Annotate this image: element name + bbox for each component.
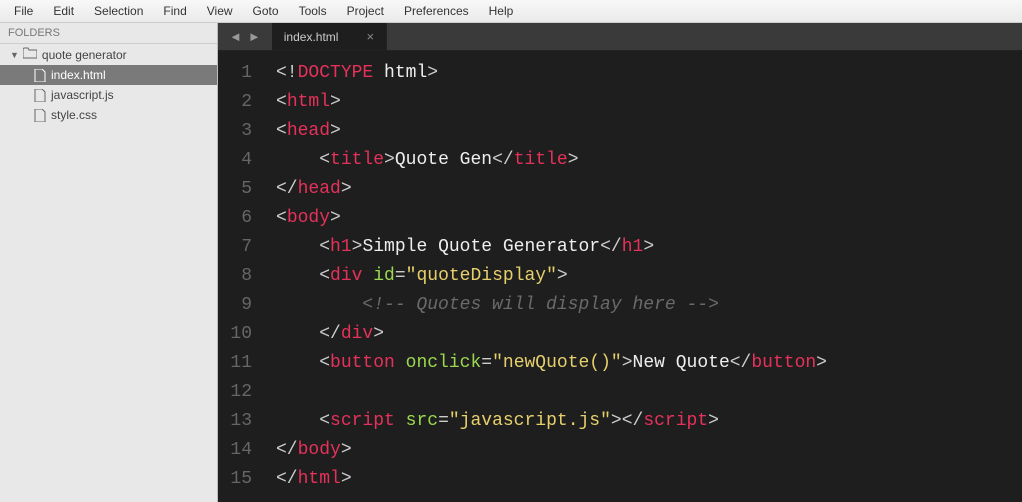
code-line[interactable]: </html> [276,465,1012,494]
code-line[interactable]: <button onclick="newQuote()">New Quote</… [276,349,1012,378]
close-icon[interactable]: × [366,29,374,44]
line-number: 5 [228,175,252,204]
gutter: 123456789101112131415 [218,51,266,502]
menu-help[interactable]: Help [479,1,524,21]
menubar: FileEditSelectionFindViewGotoToolsProjec… [0,0,1022,23]
menu-file[interactable]: File [4,1,43,21]
code-line[interactable]: </head> [276,175,1012,204]
tab-active[interactable]: index.html × [272,23,387,50]
file-row[interactable]: index.html [0,65,217,85]
code-area[interactable]: 123456789101112131415 <!DOCTYPE html><ht… [218,51,1022,502]
code-line[interactable]: <!DOCTYPE html> [276,59,1012,88]
menu-goto[interactable]: Goto [243,1,289,21]
line-number: 2 [228,88,252,117]
line-number: 13 [228,407,252,436]
file-icon [34,89,46,102]
tab-nav: ◄ ► [218,23,272,50]
line-number: 14 [228,436,252,465]
line-number: 8 [228,262,252,291]
file-row[interactable]: javascript.js [0,85,217,105]
line-number: 7 [228,233,252,262]
tab-back-icon[interactable]: ◄ [226,29,245,44]
code-line[interactable]: <body> [276,204,1012,233]
menu-preferences[interactable]: Preferences [394,1,479,21]
file-icon [34,69,46,82]
code-line[interactable]: <head> [276,117,1012,146]
code-line[interactable]: </body> [276,436,1012,465]
menu-view[interactable]: View [197,1,243,21]
folder-row[interactable]: ▼ quote generator [0,44,217,65]
code-line[interactable]: <title>Quote Gen</title> [276,146,1012,175]
line-number: 9 [228,291,252,320]
file-name: javascript.js [51,88,114,102]
line-number: 10 [228,320,252,349]
file-name: index.html [51,68,106,82]
folder-collapse-arrow[interactable]: ▼ [10,50,19,60]
code-line[interactable]: <div id="quoteDisplay"> [276,262,1012,291]
tabbar: ◄ ► index.html × [218,23,1022,51]
code-content[interactable]: <!DOCTYPE html><html><head> <title>Quote… [266,51,1022,502]
code-line[interactable]: <html> [276,88,1012,117]
tab-title: index.html [284,30,339,44]
menu-tools[interactable]: Tools [289,1,337,21]
line-number: 11 [228,349,252,378]
code-line[interactable]: </div> [276,320,1012,349]
line-number: 3 [228,117,252,146]
menu-edit[interactable]: Edit [43,1,84,21]
tab-forward-icon[interactable]: ► [245,29,264,44]
line-number: 6 [228,204,252,233]
editor-area: ◄ ► index.html × 123456789101112131415 <… [218,23,1022,502]
menu-project[interactable]: Project [337,1,394,21]
line-number: 1 [228,59,252,88]
code-line[interactable]: <h1>Simple Quote Generator</h1> [276,233,1012,262]
folder-icon [23,47,37,62]
file-name: style.css [51,108,97,122]
file-icon [34,109,46,122]
code-line[interactable]: <!-- Quotes will display here --> [276,291,1012,320]
folder-name: quote generator [42,48,127,62]
line-number: 4 [228,146,252,175]
sidebar: FOLDERS ▼ quote generator index.html java… [0,23,218,502]
line-number: 15 [228,465,252,494]
sidebar-header: FOLDERS [0,23,217,44]
line-number: 12 [228,378,252,407]
file-row[interactable]: style.css [0,105,217,125]
main-area: FOLDERS ▼ quote generator index.html java… [0,23,1022,502]
code-line[interactable]: <script src="javascript.js"></script> [276,407,1012,436]
code-line[interactable] [276,378,1012,407]
menu-find[interactable]: Find [153,1,196,21]
menu-selection[interactable]: Selection [84,1,153,21]
